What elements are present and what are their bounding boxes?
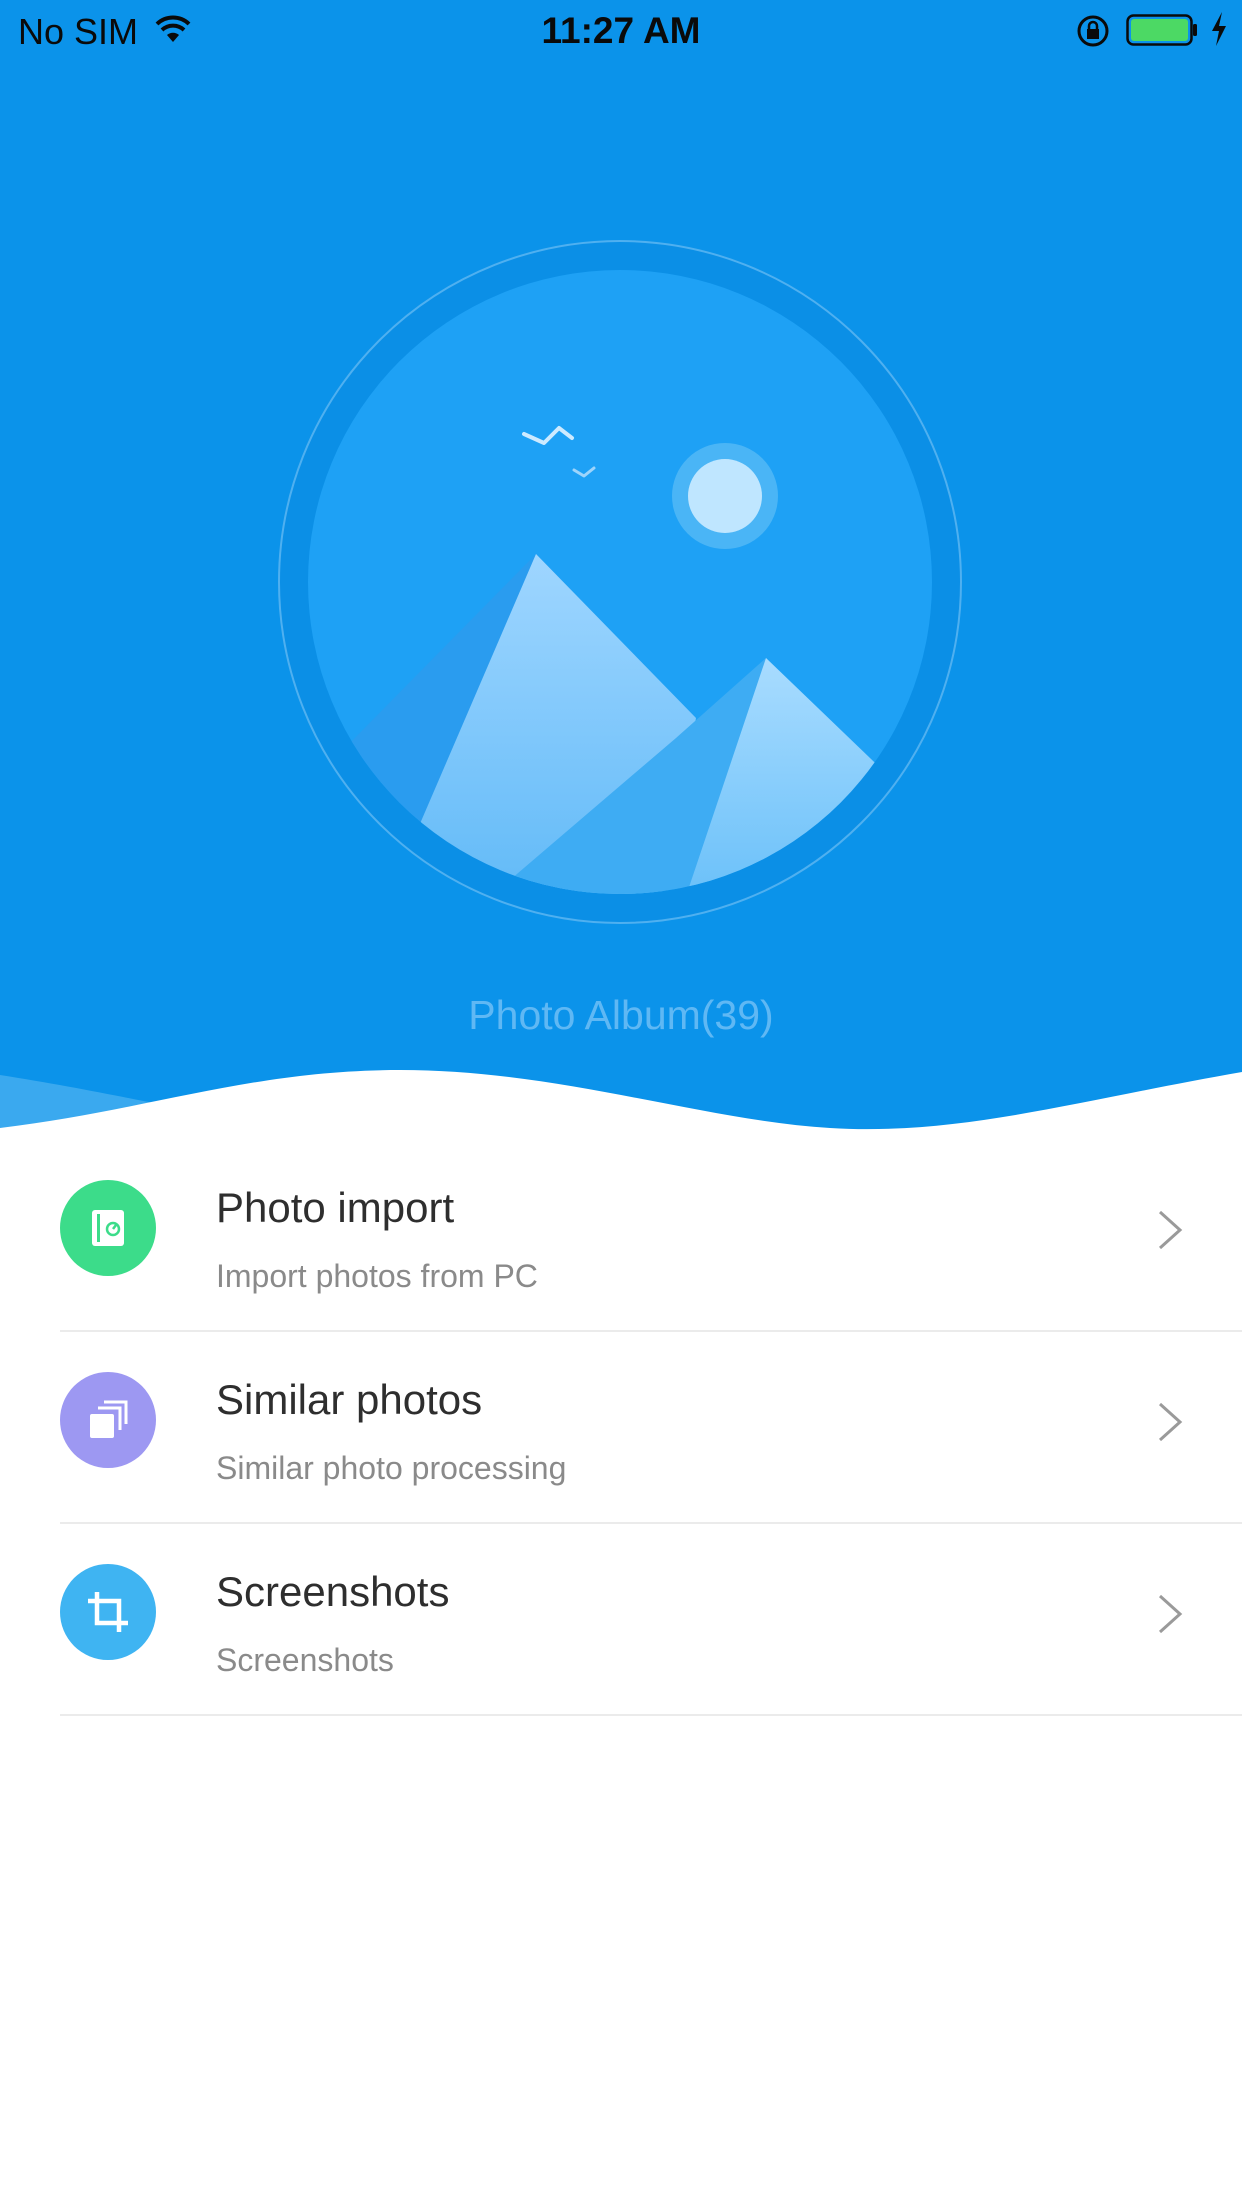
crop-icon bbox=[60, 1564, 156, 1660]
charging-bolt-icon bbox=[1212, 12, 1226, 46]
album-header: No SIM 11:27 AM Photo Album(39) bbox=[0, 0, 1242, 1180]
photo-import-item[interactable]: Photo import Import photos from PC bbox=[0, 1140, 1242, 1332]
screenshots-item[interactable]: Screenshots Screenshots bbox=[0, 1524, 1242, 1716]
photo-album-landscape-icon bbox=[278, 240, 962, 924]
chevron-right-icon bbox=[1158, 1402, 1183, 1442]
item-title: Screenshots bbox=[216, 1568, 450, 1615]
screen: No SIM 11:27 AM Photo Album(39) Photo im… bbox=[0, 0, 1242, 2208]
item-subtitle: Import photos from PC bbox=[216, 1258, 538, 1294]
item-subtitle: Screenshots bbox=[216, 1642, 394, 1678]
status-time: 11:27 AM bbox=[541, 10, 701, 51]
album-title: Photo Album(39) bbox=[468, 992, 774, 1038]
similar-photos-item[interactable]: Similar photos Similar photo processing bbox=[0, 1332, 1242, 1524]
battery-icon bbox=[1126, 14, 1197, 46]
item-subtitle: Similar photo processing bbox=[216, 1450, 567, 1486]
chevron-right-icon bbox=[1158, 1210, 1183, 1250]
feature-list: Photo import Import photos from PC Simil… bbox=[0, 1140, 1242, 1716]
orientation-lock-icon bbox=[1077, 15, 1109, 47]
chevron-right-icon bbox=[1158, 1594, 1183, 1634]
status-bar: No SIM 11:27 AM bbox=[0, 0, 1242, 60]
item-title: Similar photos bbox=[216, 1376, 483, 1423]
item-title: Photo import bbox=[216, 1184, 455, 1231]
stacked-photos-icon bbox=[60, 1372, 156, 1468]
import-icon bbox=[60, 1180, 156, 1276]
